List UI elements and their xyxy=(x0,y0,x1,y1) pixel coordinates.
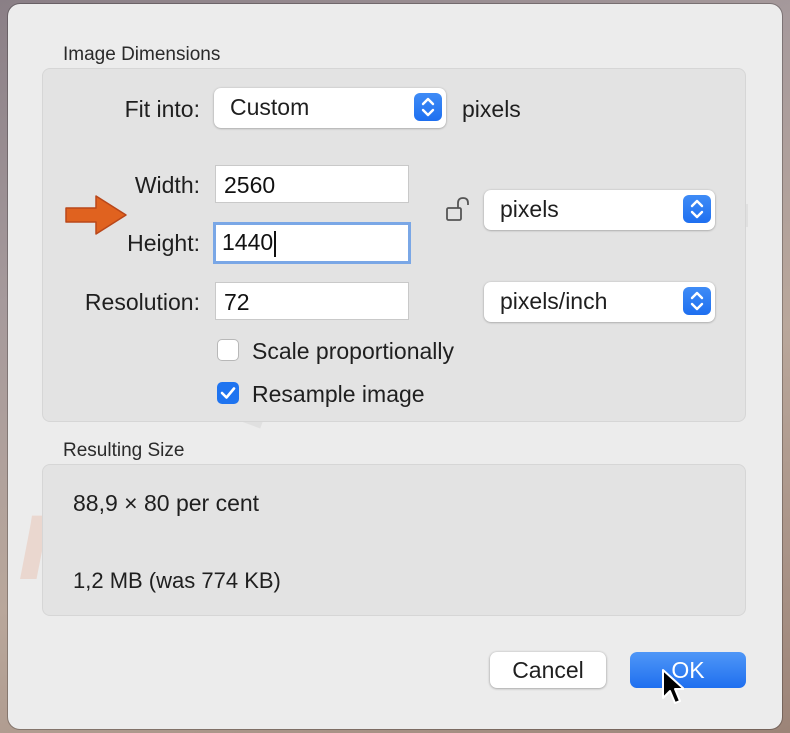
fit-into-suffix: pixels xyxy=(462,96,521,122)
resample-image-label[interactable]: Resample image xyxy=(252,381,425,408)
height-value: 1440 xyxy=(222,229,274,255)
image-dimensions-dialog: risk.com Image Dimensions Fit into: Cust… xyxy=(8,4,782,729)
scale-proportionally-label[interactable]: Scale proportionally xyxy=(252,338,454,365)
resolution-label: Resolution: xyxy=(84,289,200,315)
image-dimensions-title: Image Dimensions xyxy=(63,44,221,65)
cancel-button[interactable]: Cancel xyxy=(490,652,606,688)
fit-into-value: Custom xyxy=(230,94,310,120)
chevron-updown-icon xyxy=(683,195,711,223)
resolution-field[interactable]: 72 xyxy=(215,282,409,320)
resulting-percent: 88,9 × 80 per cent xyxy=(73,490,260,516)
chevron-updown-icon xyxy=(414,93,442,121)
resample-image-checkbox[interactable] xyxy=(217,382,239,404)
fit-into-label: Fit into: xyxy=(124,96,200,122)
height-label: Height: xyxy=(127,230,200,256)
height-field[interactable]: 1440 xyxy=(213,222,411,264)
text-caret xyxy=(274,230,277,257)
size-unit-select[interactable]: pixels xyxy=(484,190,715,230)
resulting-size-title: Resulting Size xyxy=(63,440,185,461)
ok-button[interactable]: OK xyxy=(630,652,746,688)
fit-into-select[interactable]: Custom xyxy=(214,88,446,128)
chevron-updown-icon xyxy=(683,287,711,315)
unlock-icon[interactable] xyxy=(444,196,470,229)
resolution-unit-value: pixels/inch xyxy=(500,288,608,314)
checkmark-icon xyxy=(220,387,236,399)
scale-proportionally-checkbox[interactable] xyxy=(217,339,239,361)
width-field[interactable]: 2560 xyxy=(215,165,409,203)
mouse-cursor-icon xyxy=(660,668,685,711)
resolution-unit-select[interactable]: pixels/inch xyxy=(484,282,715,322)
size-unit-value: pixels xyxy=(500,196,559,222)
resulting-file-size: 1,2 MB (was 774 KB) xyxy=(73,568,281,593)
